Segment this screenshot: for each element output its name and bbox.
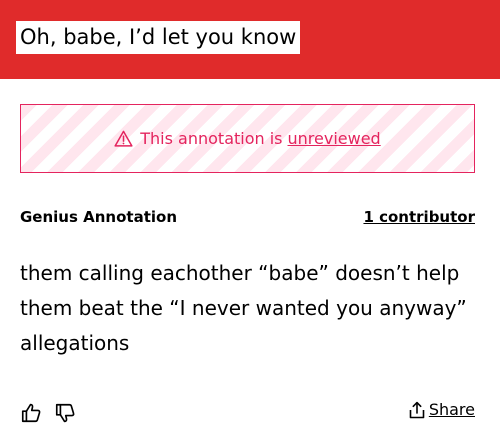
share-icon <box>409 401 425 418</box>
unreviewed-banner: This annotation is unreviewed <box>20 104 475 173</box>
banner-prefix: This annotation is <box>140 129 283 148</box>
unreviewed-link[interactable]: unreviewed <box>288 129 381 148</box>
annotation-body: them calling eachother “babe” doesn’t he… <box>20 261 467 355</box>
warning-triangle-icon <box>114 130 133 147</box>
thumbs-up-icon[interactable] <box>20 402 42 424</box>
share-label: Share <box>428 400 475 419</box>
lyric-header: Oh, babe, I’d let you know <box>0 0 500 79</box>
thumbs-down-icon[interactable] <box>54 402 76 424</box>
highlighted-lyric: Oh, babe, I’d let you know <box>16 21 301 54</box>
banner-message: This annotation is unreviewed <box>114 129 381 148</box>
annotation-source-label: Genius Annotation <box>20 208 177 226</box>
contributors-link[interactable]: 1 contributor <box>363 208 475 226</box>
annotation-meta: Genius Annotation 1 contributor <box>20 208 475 228</box>
annotation-actions: Share <box>20 400 475 424</box>
share-button[interactable]: Share <box>409 400 475 419</box>
